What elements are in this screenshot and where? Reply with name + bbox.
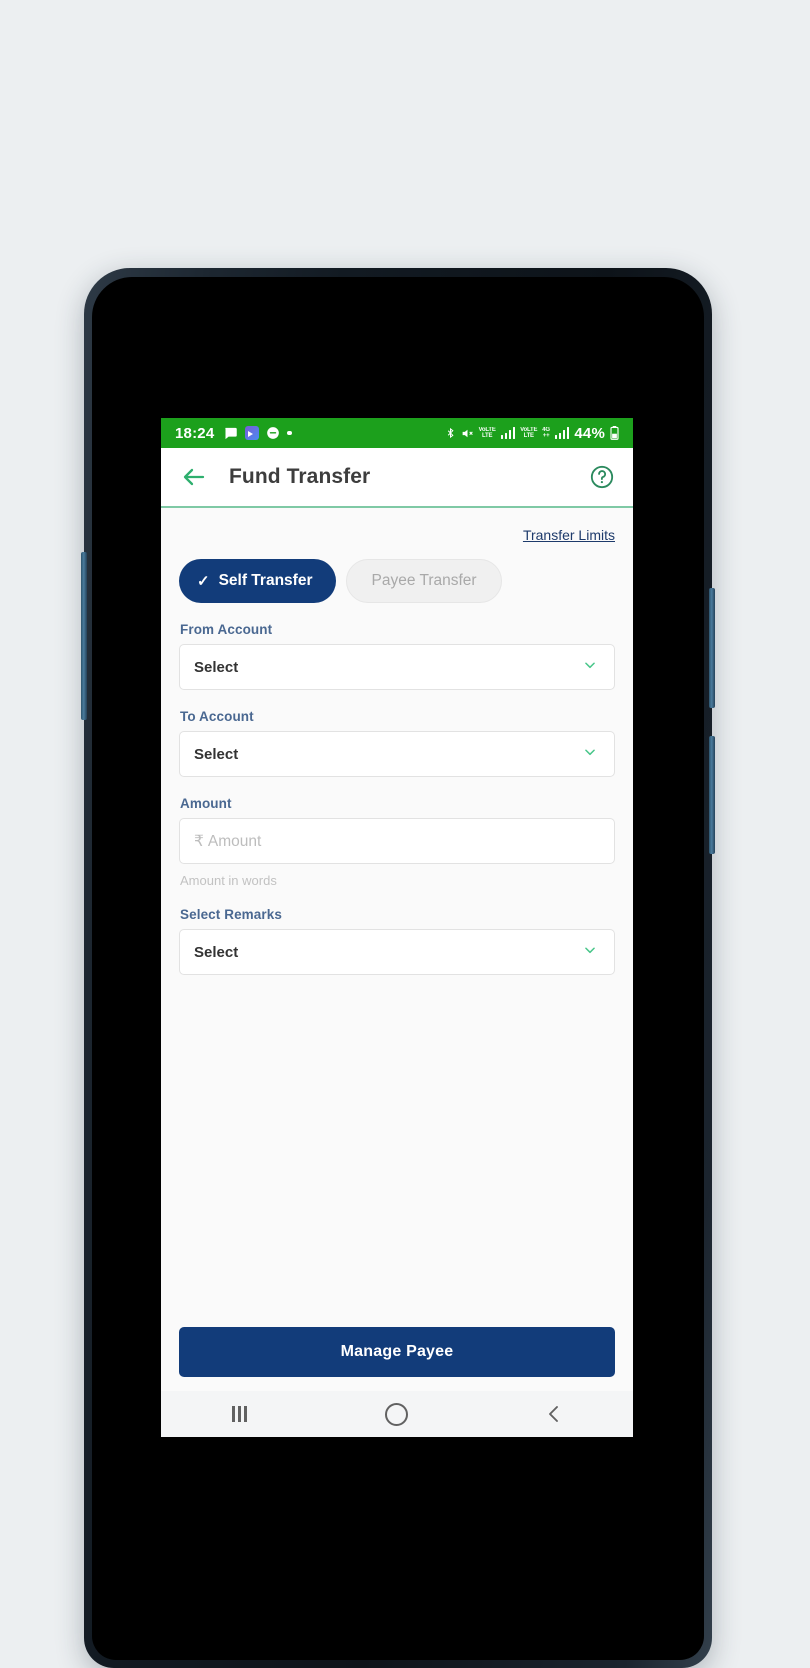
left-side-button[interactable] xyxy=(81,552,87,720)
status-bar: 18:24 VoLTE LTE VoLTE LTE 4G ++ 44% xyxy=(161,418,633,448)
app-header: Fund Transfer xyxy=(161,448,633,508)
page-title: Fund Transfer xyxy=(229,465,371,488)
volte-sim2-icon: VoLTE LTE xyxy=(520,427,538,439)
mute-icon xyxy=(462,429,473,437)
manage-payee-button[interactable]: Manage Payee xyxy=(179,1327,615,1377)
help-circle-icon[interactable] xyxy=(589,464,615,490)
check-icon: ✓ xyxy=(197,572,210,590)
home-icon xyxy=(385,1402,409,1426)
recents-icon xyxy=(232,1406,247,1422)
fund-transfer-form: Transfer Limits ✓ Self Transfer Payee Tr… xyxy=(161,508,633,1391)
back-icon xyxy=(549,1406,559,1422)
transfer-type-tabs: ✓ Self Transfer Payee Transfer xyxy=(179,559,615,603)
label-from-account: From Account xyxy=(180,622,273,637)
status-right-icons: VoLTE LTE VoLTE LTE 4G ++ 44% xyxy=(445,425,619,442)
chevron-down-icon xyxy=(580,745,600,764)
android-nav-bar xyxy=(161,1391,633,1437)
amount-placeholder: ₹ Amount xyxy=(194,832,261,851)
home-button[interactable] xyxy=(362,1391,432,1437)
status-left-icons xyxy=(223,426,292,441)
chevron-down-icon xyxy=(580,943,600,962)
phone-device-frame: 18:24 VoLTE LTE VoLTE LTE 4G ++ 44% Fund… xyxy=(81,268,715,1668)
volume-button[interactable] xyxy=(709,588,715,708)
tab-self-transfer[interactable]: ✓ Self Transfer xyxy=(179,559,337,603)
status-time: 18:24 xyxy=(175,424,215,442)
amount-placeholder-text: Amount xyxy=(207,832,262,850)
bluetooth-icon xyxy=(447,427,454,439)
battery-percent: 44% xyxy=(574,424,605,442)
signal-sim2-icon xyxy=(554,427,570,439)
chat-icon xyxy=(267,427,280,439)
from-account-value: Select xyxy=(194,658,239,676)
chevron-down-icon xyxy=(580,658,600,677)
label-to-account: To Account xyxy=(180,709,254,724)
4g-icon: 4G ++ xyxy=(542,427,550,439)
label-select-remarks: Select Remarks xyxy=(180,907,282,922)
signal-sim1-icon xyxy=(500,427,516,439)
battery-icon xyxy=(610,426,619,440)
tab-payee-transfer-label: Payee Transfer xyxy=(371,572,477,589)
recents-button[interactable] xyxy=(205,1391,275,1437)
message-icon xyxy=(225,427,238,439)
amount-in-words-helper: Amount in words xyxy=(180,873,277,888)
label-amount: Amount xyxy=(180,796,232,811)
to-account-select[interactable]: Select xyxy=(179,731,615,777)
primary-action-wrap: Manage Payee xyxy=(179,1327,615,1391)
phone-screen: 18:24 VoLTE LTE VoLTE LTE 4G ++ 44% Fund… xyxy=(161,418,633,1437)
remarks-value: Select xyxy=(194,943,239,961)
back-button[interactable] xyxy=(519,1391,589,1437)
power-button[interactable] xyxy=(709,736,715,854)
dot-icon xyxy=(287,430,292,436)
rupee-icon: ₹ xyxy=(194,832,204,850)
transfer-limits-row: Transfer Limits xyxy=(179,508,615,543)
form-spacer xyxy=(179,975,615,1327)
video-app-icon xyxy=(245,426,260,440)
amount-input[interactable]: ₹ Amount xyxy=(179,818,615,864)
transfer-limits-link[interactable]: Transfer Limits xyxy=(523,527,615,543)
to-account-value: Select xyxy=(194,745,239,763)
from-account-select[interactable]: Select xyxy=(179,644,615,690)
back-arrow-icon[interactable] xyxy=(179,462,209,492)
remarks-select[interactable]: Select xyxy=(179,929,615,975)
volte-sim1-icon: VoLTE LTE xyxy=(478,427,496,439)
tab-self-transfer-label: Self Transfer xyxy=(218,572,313,589)
tab-payee-transfer[interactable]: Payee Transfer xyxy=(346,559,502,603)
